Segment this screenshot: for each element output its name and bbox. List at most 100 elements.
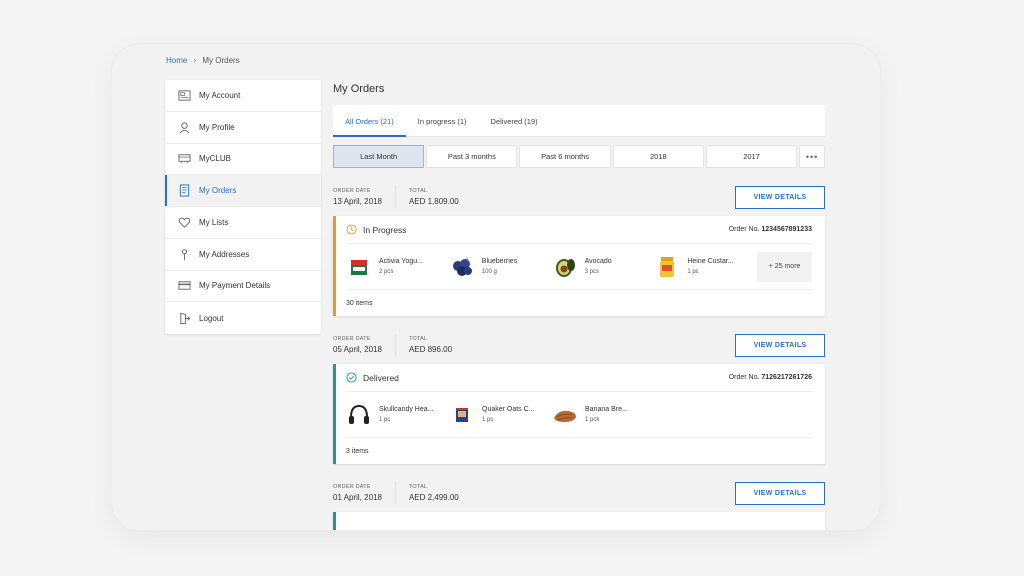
product-qty: 3 pcs [584,269,599,275]
chevron-right-icon: › [193,55,197,65]
order-number-label: Order No. [728,226,760,233]
order-total-value: AED 2,499.00 [408,493,459,502]
order-total-label: TOTAL [408,336,428,342]
order-date-value: 01 April, 2018 [333,493,382,502]
divider [394,482,396,504]
sidebar-item-my-lists[interactable]: My Lists [165,207,321,239]
order-number: Order No. 7126217261726 [729,374,812,381]
orders-icon [178,184,191,197]
banana-bread-product-icon [552,402,578,428]
tab-delivered[interactable]: Delivered (19) [479,117,550,136]
order-total-value: AED 896.00 [408,345,453,354]
sidebar-item-label: My Profile [199,122,235,132]
date-filters: Last Month Past 3 months Past 6 months 2… [333,145,825,168]
view-details-button[interactable]: VIEW DETAILS [735,481,825,505]
order-date-value: 05 April, 2018 [333,345,382,354]
pin-icon [178,248,191,261]
product-item[interactable]: Quaker Oats C... 1 pc [449,402,552,428]
sidebar-item-label: My Lists [199,217,229,227]
sidebar-item-myclub[interactable]: MyCLUB [165,144,321,176]
sidebar-item-label: My Addresses [199,249,250,259]
divider [394,334,396,356]
product-name: Activia Yogu... [379,258,423,265]
headphones-product-icon [346,402,372,428]
filter-last-month[interactable]: Last Month [333,145,425,168]
item-count: 3 items [346,447,369,455]
more-filters-button[interactable]: ••• [799,145,825,168]
check-circle-icon [346,372,357,383]
product-info: Heine Custar... 1 pc [687,258,733,275]
sidebar-item-my-account[interactable]: My Account [165,80,321,112]
item-count: 30 items [346,299,373,307]
sidebar-item-label: Logout [199,313,224,323]
oats-box-product-icon [449,402,475,428]
product-name: Heine Custar... [687,258,734,265]
order-header: ORDER DATE 13 April, 2018 TOTAL AED 1,80… [333,185,825,209]
product-item[interactable]: Blueberries 100 g [449,254,552,280]
order-card[interactable]: In Progress Order No. 1234567891233 Acti… [333,216,825,316]
sidebar-item-my-orders[interactable]: My Orders [165,175,321,207]
product-info: Quaker Oats C... 1 pc [482,406,535,423]
view-details-button[interactable]: VIEW DETAILS [735,185,825,209]
order-date-label: ORDER DATE [333,484,371,490]
order-card[interactable]: Delivered Order No. 7126217261726 Skullc… [333,364,825,464]
filter-past-6-months[interactable]: Past 6 months [519,145,611,168]
product-info: Skullcandy Hea... 1 pc [379,406,433,423]
product-qty: 1 pc [687,269,699,275]
view-details-button[interactable]: VIEW DETAILS [735,333,825,357]
order-total-block: TOTAL AED 896.00 [409,336,452,354]
breadcrumb-home-link[interactable]: Home [166,56,187,65]
product-item[interactable]: Heine Custar... 1 pc [654,254,757,280]
product-info: Activia Yogu... 2 pcs [379,258,423,275]
order-date-label: ORDER DATE [333,188,371,194]
order-date-value: 13 April, 2018 [333,197,382,206]
sidebar-item-my-profile[interactable]: My Profile [165,112,321,144]
product-qty: 1 pck [585,417,600,423]
divider [394,186,396,208]
order-number-value: 7126217261726 [761,374,812,381]
breadcrumb-current: My Orders [202,55,240,65]
sidebar-item-label: My Orders [199,186,237,196]
card-icon [178,279,191,292]
order-card-top: Delivered Order No. 7126217261726 [346,364,812,392]
status-badge: In Progress [346,224,406,235]
order-date-block: ORDER DATE 13 April, 2018 [333,188,382,206]
order-number: Order No. 1234567891233 [729,226,812,233]
order-date-block: ORDER DATE 01 April, 2018 [333,484,382,502]
product-qty: 100 g [481,269,497,275]
product-name: Banana Bre... [585,406,628,413]
product-item[interactable]: Banana Bre... 1 pck [552,402,655,428]
logout-icon [178,312,191,325]
device-frame: Home › My Orders My Account My Profile M… [112,44,880,530]
order-card[interactable] [333,512,825,530]
status-text: In Progress [363,224,407,235]
tab-in-progress[interactable]: In progress (1) [406,117,479,136]
product-item[interactable]: Avocado 3 pcs [552,254,655,280]
product-info: Avocado 3 pcs [585,258,612,275]
clock-icon [346,224,357,235]
order-date-block: ORDER DATE 05 April, 2018 [333,336,382,354]
account-sidebar: My Account My Profile MyCLUB My Orders M… [165,80,321,334]
filter-past-3-months[interactable]: Past 3 months [426,145,518,168]
sidebar-item-my-payment-details[interactable]: My Payment Details [165,271,321,303]
sidebar-item-label: MyCLUB [199,154,232,164]
orders-main: My Orders All Orders (21) In progress (1… [333,80,825,530]
order-total-label: TOTAL [408,188,428,194]
product-list: Activia Yogu... 2 pcs Blueberries 100 g [346,244,812,290]
product-list: Skullcandy Hea... 1 pc Quaker Oats C... … [346,392,812,438]
product-qty: 2 pcs [379,269,394,275]
order-total-block: TOTAL AED 1,809.00 [409,188,459,206]
filter-2018[interactable]: 2018 [612,145,704,168]
sidebar-item-label: My Payment Details [199,281,271,291]
avocado-product-icon [552,254,578,280]
product-qty: 1 pc [482,417,494,423]
sidebar-item-my-addresses[interactable]: My Addresses [165,239,321,271]
product-item[interactable]: Activia Yogu... 2 pcs [346,254,449,280]
custard-jar-product-icon [654,254,680,280]
more-products-button[interactable]: + 25 more [757,251,812,282]
product-item[interactable]: Skullcandy Hea... 1 pc [346,402,449,428]
account-icon [178,89,191,102]
sidebar-item-logout[interactable]: Logout [165,302,321,334]
filter-2017[interactable]: 2017 [705,145,798,168]
tab-all-orders[interactable]: All Orders (21) [333,117,406,137]
